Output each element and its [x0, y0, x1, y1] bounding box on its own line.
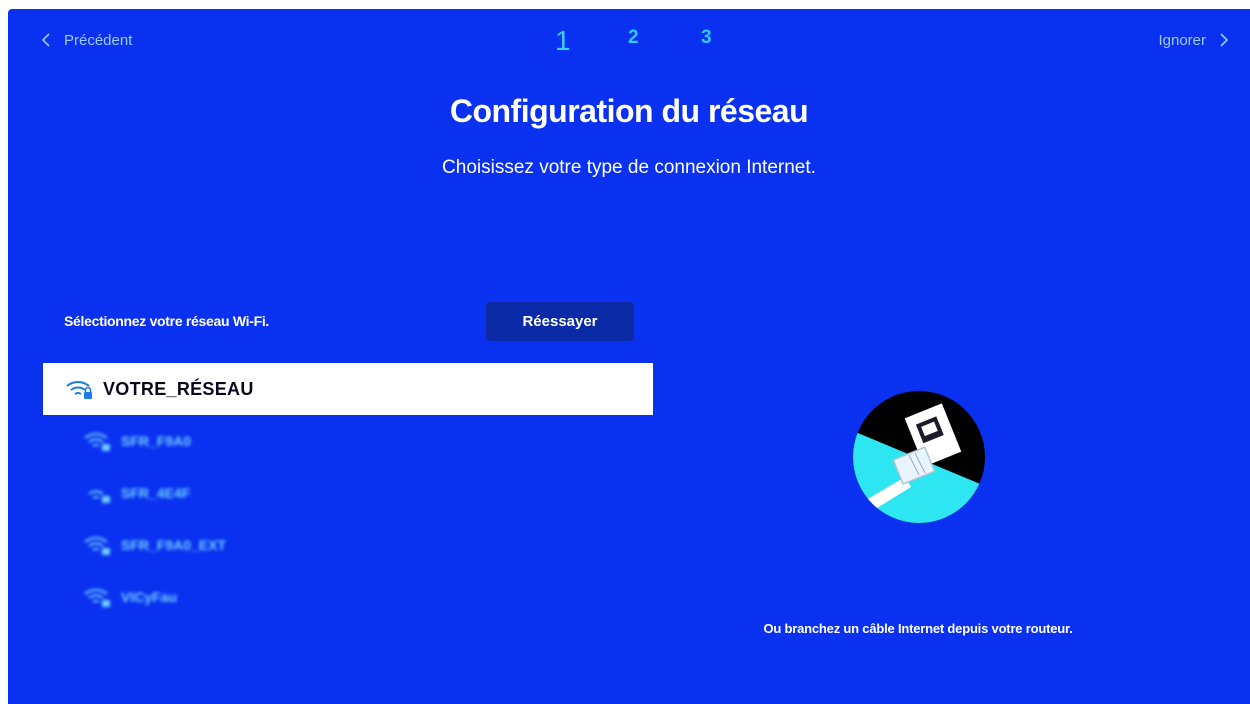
network-item[interactable]: VICyFau [43, 571, 653, 623]
step-2: 2 [628, 27, 639, 48]
cable-instruction: Ou branchez un câble Internet depuis vot… [763, 621, 1073, 636]
wifi-network-list: VOTRE_RÉSEAU SFR_F9A0 SFR_4E4F SFR_F9A0_… [43, 363, 653, 623]
chevron-left-icon [41, 33, 50, 47]
back-label: Précédent [64, 31, 133, 49]
wifi-lock-icon [84, 589, 110, 607]
page-subtitle: Choisissez votre type de connexion Inter… [442, 157, 816, 178]
wifi-prompt: Sélectionnez votre réseau Wi-Fi. [64, 313, 270, 329]
network-name: SFR_4E4F [121, 485, 191, 501]
network-item[interactable]: SFR_4E4F [43, 467, 653, 519]
network-name: VICyFau [121, 589, 178, 605]
wifi-lock-icon [84, 433, 110, 451]
step-3: 3 [701, 27, 712, 48]
page-title: Configuration du réseau [449, 93, 809, 129]
skip-button[interactable]: Ignorer [1158, 31, 1232, 49]
network-name: SFR_F9A0_EXT [121, 537, 227, 553]
network-item-votre-reseau[interactable]: VOTRE_RÉSEAU [43, 363, 653, 415]
step-1: 1 [555, 25, 571, 56]
chevron-right-icon [1220, 33, 1229, 47]
network-item[interactable]: SFR_F9A0_EXT [43, 519, 653, 571]
network-name: SFR_F9A0 [121, 433, 192, 449]
network-item[interactable]: SFR_F9A0 [43, 415, 653, 467]
wifi-lock-icon [88, 490, 110, 503]
back-button[interactable]: Précédent [38, 31, 132, 49]
skip-label: Ignorer [1158, 31, 1206, 49]
wifi-lock-icon [84, 537, 110, 555]
network-name: VOTRE_RÉSEAU [103, 378, 254, 399]
retry-button[interactable]: Réessayer [486, 302, 634, 341]
wifi-lock-icon [66, 381, 92, 399]
ethernet-illustration [853, 391, 985, 523]
tv-setup-screen: Précédent 1 2 3 Ignorer Configuration du… [8, 9, 1250, 704]
